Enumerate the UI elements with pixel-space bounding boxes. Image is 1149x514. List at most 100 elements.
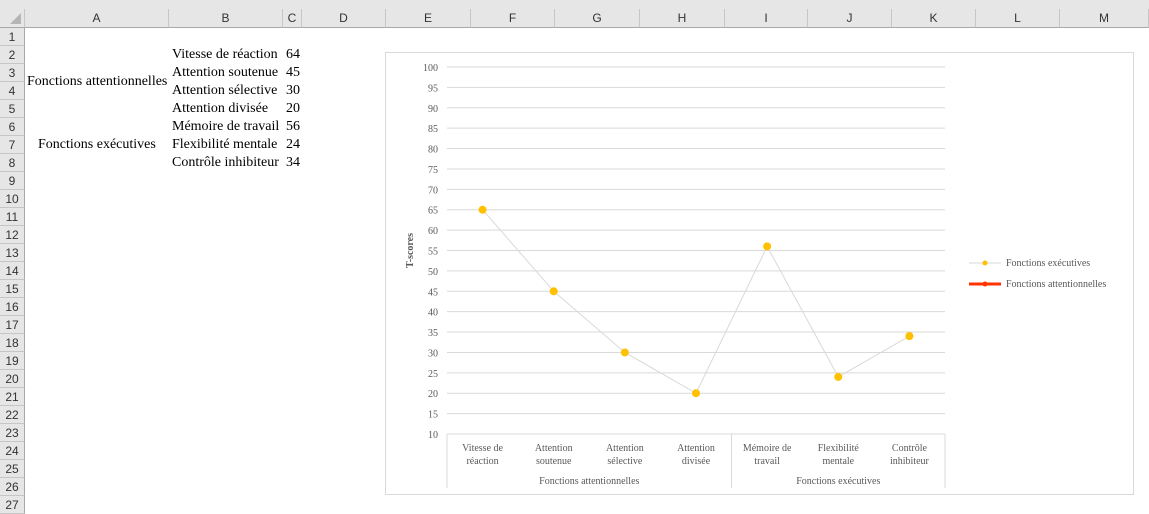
column-header-H[interactable]: H [640,9,725,28]
column-header-L[interactable]: L [976,9,1060,28]
data-point [763,242,772,251]
x-tick-label: mentale [822,456,854,467]
line-chart[interactable]: 10 15 20 25 30 35 40 45 50 55 60 65 70 75 80 85 90 95 100 T… [385,52,1134,495]
y-tick-label: 20 [428,389,438,400]
row-header-25[interactable]: 25 [0,460,25,478]
row-header-19[interactable]: 19 [0,352,25,370]
cell-b-label[interactable]: Attention divisée [172,100,268,118]
y-tick-label: 45 [428,287,438,298]
column-header-A[interactable]: A [25,9,169,28]
cell-c-value[interactable]: 30 [286,82,300,100]
row-header-6[interactable]: 6 [0,118,25,136]
x-group-label: Fonctions attentionnelles [539,476,639,487]
row-header-18[interactable]: 18 [0,334,25,352]
row-header-20[interactable]: 20 [0,370,25,388]
y-tick-label: 30 [428,348,438,359]
y-tick-label: 10 [428,430,438,441]
x-tick-label: Flexibilité [818,443,860,454]
legend-label-executives: Fonctions exécutives [1006,258,1090,269]
y-tick-label: 50 [428,267,438,278]
column-header-C[interactable]: C [283,9,302,28]
chart-svg: 10 15 20 25 30 35 40 45 50 55 60 65 70 75 80 85 90 95 100 T… [405,63,1106,488]
y-tick-label: 85 [428,124,438,135]
y-tick-label: 35 [428,328,438,339]
y-tick-label: 95 [428,83,438,94]
cell-c-value[interactable]: 24 [286,136,300,154]
row-header-16[interactable]: 16 [0,298,25,316]
y-tick-label: 100 [423,63,438,74]
column-header-K[interactable]: K [892,9,976,28]
column-header-F[interactable]: F [471,9,555,28]
data-point [620,348,629,357]
column-header-D[interactable]: D [302,9,386,28]
legend-marker-executives [982,260,988,266]
x-tick-label: Vitesse de [462,443,503,454]
column-header-I[interactable]: I [725,9,808,28]
y-axis-title: T-scores [405,233,416,268]
cell-b-label[interactable]: Attention sélective [172,82,277,100]
cell-a7-group-label[interactable]: Fonctions exécutives [38,136,156,154]
row-header-5[interactable]: 5 [0,100,25,118]
row-header-4[interactable]: 4 [0,82,25,100]
row-header-23[interactable]: 23 [0,424,25,442]
cell-c-value[interactable]: 34 [286,154,300,172]
x-tick-label: soutenue [536,456,572,467]
x-tick-label: sélective [607,456,643,467]
column-header-E[interactable]: E [386,9,471,28]
data-point [692,389,700,398]
x-group-label: Fonctions exécutives [796,476,880,487]
row-header-21[interactable]: 21 [0,388,25,406]
y-tick-label: 60 [428,226,438,237]
data-point [549,287,558,296]
column-header-M[interactable]: M [1060,9,1149,28]
row-header-26[interactable]: 26 [0,478,25,496]
data-point [478,205,487,214]
y-tick-label: 25 [428,369,438,380]
cell-b-label[interactable]: Attention soutenue [172,64,278,82]
cell-b-label[interactable]: Flexibilité mentale [172,136,277,154]
y-tick-label: 40 [428,308,438,319]
row-header-24[interactable]: 24 [0,442,25,460]
y-tick-label: 75 [428,165,438,176]
row-header-2[interactable]: 2 [0,46,25,64]
cell-a3-group-label[interactable]: Fonctions attentionnelles [27,73,167,91]
row-header-7[interactable]: 7 [0,136,25,154]
row-header-3[interactable]: 3 [0,64,25,82]
y-tick-label: 70 [428,185,438,196]
row-header-17[interactable]: 17 [0,316,25,334]
row-header-15[interactable]: 15 [0,280,25,298]
row-header-9[interactable]: 9 [0,172,25,190]
column-header-J[interactable]: J [808,9,892,28]
x-tick-label: Mémoire de [743,443,792,454]
legend-label-attentional: Fonctions attentionnelles [1006,279,1106,290]
x-tick-label: travail [754,456,780,467]
legend-marker-attentional [982,281,988,287]
y-tick-label: 55 [428,247,438,258]
row-header-22[interactable]: 22 [0,406,25,424]
row-header-13[interactable]: 13 [0,244,25,262]
row-header-1[interactable]: 1 [0,28,25,46]
row-header-14[interactable]: 14 [0,262,25,280]
column-header-G[interactable]: G [555,9,640,28]
row-header-11[interactable]: 11 [0,208,25,226]
cell-c-value[interactable]: 64 [286,46,300,64]
x-tick-label: Attention [606,443,644,454]
y-tick-label: 90 [428,104,438,115]
select-all-corner[interactable] [0,9,25,28]
cell-b-label[interactable]: Vitesse de réaction [172,46,278,64]
x-tick-label: Attention [677,443,715,454]
row-header-8[interactable]: 8 [0,154,25,172]
y-tick-label: 15 [428,410,438,421]
cell-c-value[interactable]: 56 [286,118,300,136]
column-header-B[interactable]: B [169,9,283,28]
y-tick-label: 80 [428,145,438,156]
cell-b-label[interactable]: Mémoire de travail [172,118,279,136]
cell-b-label[interactable]: Contrôle inhibiteur [172,154,279,172]
cell-c-value[interactable]: 20 [286,100,300,118]
row-header-12[interactable]: 12 [0,226,25,244]
row-header-10[interactable]: 10 [0,190,25,208]
x-tick-label: inhibiteur [890,456,930,467]
cell-c-value[interactable]: 45 [286,64,300,82]
x-tick-label: divisée [682,456,711,467]
row-header-27[interactable]: 27 [0,496,25,514]
